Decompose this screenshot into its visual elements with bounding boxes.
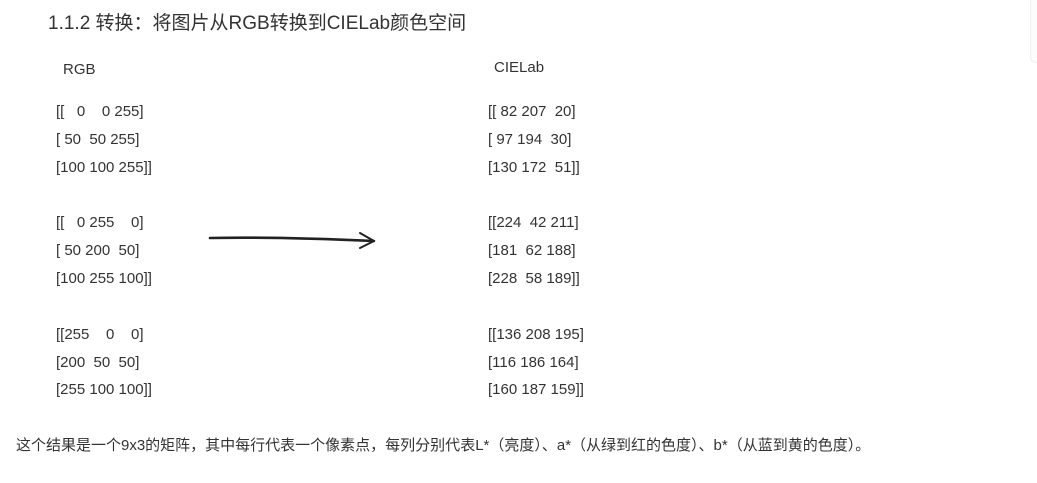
cielab-matrix-row: [130 172 51]]	[488, 158, 580, 176]
rgb-matrix-block-1: [[ 0 0 255] [ 50 50 255] [100 100 255]]	[56, 98, 152, 181]
result-description: 这个结果是一个9x3的矩阵，其中每行代表一个像素点，每列分别代表L*（亮度）、a…	[16, 437, 871, 454]
cielab-column-label: CIELab	[494, 59, 545, 76]
rgb-matrix-row: [[255 0 0]	[56, 325, 144, 343]
cielab-matrix-row: [[224 42 211]	[488, 214, 579, 232]
cielab-matrix-row: [181 62 188]	[488, 242, 576, 260]
rgb-matrix-column: [[ 0 0 255] [ 50 50 255] [100 100 255]] …	[56, 98, 152, 432]
rgb-matrix-row: [[ 0 0 255]	[56, 103, 144, 120]
rgb-matrix-row: [100 100 255]]	[56, 158, 152, 176]
rgb-matrix-row: [ 50 200 50]	[56, 242, 140, 260]
rgb-matrix-block-2: [[ 0 255 0] [ 50 200 50] [100 255 100]]	[56, 209, 152, 292]
section-heading: 1.1.2 转换：将图片从RGB转换到CIELab颜色空间	[48, 13, 467, 34]
cielab-matrix-row: [228 58 189]]	[488, 269, 580, 287]
cielab-matrix-column: [[ 82 207 20] [ 97 194 30] [130 172 51]]…	[488, 98, 584, 432]
scrollbar-edge[interactable]	[1030, 0, 1037, 63]
cielab-matrix-row: [[ 82 207 20]	[488, 103, 576, 120]
rgb-matrix-row: [[ 0 255 0]	[56, 214, 144, 232]
cielab-matrix-row: [[136 208 195]	[488, 325, 584, 343]
rgb-matrix-row: [ 50 50 255]	[56, 130, 140, 148]
cielab-matrix-row: [ 97 194 30]	[488, 130, 572, 148]
cielab-matrix-block-2: [[224 42 211] [181 62 188] [228 58 189]]	[488, 209, 584, 292]
rgb-matrix-row: [200 50 50]	[56, 353, 140, 371]
rgb-matrix-row: [100 255 100]]	[56, 269, 152, 287]
cielab-matrix-block-3: [[136 208 195] [116 186 164] [160 187 15…	[488, 321, 584, 404]
conversion-arrow-icon	[208, 232, 376, 249]
rgb-matrix-row: [255 100 100]]	[56, 381, 152, 399]
cielab-matrix-row: [116 186 164]	[488, 353, 579, 371]
rgb-column-label: RGB	[63, 61, 96, 78]
cielab-matrix-block-1: [[ 82 207 20] [ 97 194 30] [130 172 51]]	[488, 98, 584, 181]
cielab-matrix-row: [160 187 159]]	[488, 381, 584, 399]
rgb-matrix-block-3: [[255 0 0] [200 50 50] [255 100 100]]	[56, 321, 152, 404]
